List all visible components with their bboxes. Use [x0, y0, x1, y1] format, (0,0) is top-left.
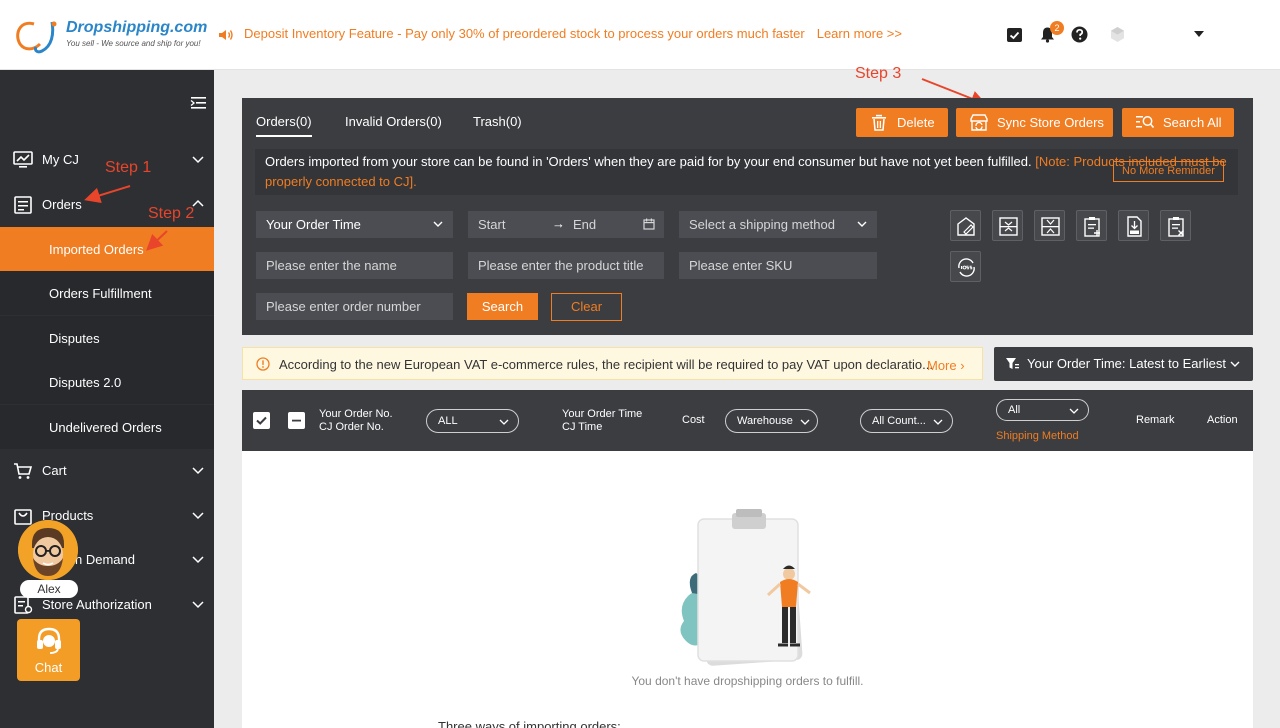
sync-label: Sync Store Orders	[997, 115, 1104, 130]
tab-invalid-orders[interactable]: Invalid Orders(0)	[345, 114, 442, 129]
order-time-value: Your Order Time	[266, 217, 361, 232]
order-number-placeholder: Please enter order number	[266, 299, 421, 314]
step1-arrow	[84, 185, 131, 204]
order-no-label: Your Order No.	[319, 408, 393, 420]
store-edit-icon	[957, 217, 975, 236]
date-range-picker[interactable]: Start → End	[468, 211, 664, 238]
filter-sort-icon	[1006, 358, 1019, 369]
import-methods-heading: Three ways of importing orders:	[438, 719, 621, 728]
empty-message: You don't have dropshipping orders to fu…	[631, 674, 864, 688]
orders-panel: Orders(0) Invalid Orders(0) Trash(0) Del…	[242, 98, 1253, 335]
column-action: Action	[1207, 414, 1238, 426]
clipboard-remove-icon	[1168, 217, 1184, 237]
calendar-icon	[643, 218, 655, 230]
select-all-checkbox[interactable]	[253, 412, 270, 429]
order-number-input[interactable]: Please enter order number	[256, 293, 453, 320]
date-start: Start	[478, 217, 506, 232]
list-search-icon	[1136, 116, 1154, 129]
name-input[interactable]: Please enter the name	[256, 252, 453, 279]
tool-clipboard-remove[interactable]	[1160, 210, 1191, 241]
orders-table-header: Your Order No. CJ Order No. ALL Your Ord…	[242, 390, 1253, 451]
sync-store-orders-button[interactable]: Sync Store Orders	[956, 108, 1113, 137]
product-title-input[interactable]: Please enter the product title	[468, 252, 664, 279]
excel-download-icon	[1127, 216, 1142, 237]
chevron-down-icon	[1069, 408, 1079, 414]
tool-excel-import[interactable]	[1118, 210, 1149, 241]
clipboard-add-icon	[1084, 217, 1100, 237]
chevron-down-icon	[857, 221, 867, 227]
tool-split[interactable]	[992, 210, 1023, 241]
delete-button[interactable]: Delete	[856, 108, 948, 137]
order-status-value: ALL	[438, 415, 458, 427]
shipping-method-select[interactable]: Select a shipping method	[679, 211, 877, 238]
arrow-right-icon: →	[552, 216, 565, 231]
shipping-method-label: Shipping Method	[996, 430, 1079, 442]
minus-icon	[292, 419, 301, 422]
search-button[interactable]: Search	[467, 293, 538, 320]
country-select[interactable]: All Count...	[860, 409, 953, 433]
split-icon	[999, 217, 1018, 236]
checkmark-icon	[256, 416, 267, 425]
chevron-down-icon	[933, 419, 943, 425]
ioss-icon	[958, 258, 975, 277]
cj-time-label: CJ Time	[562, 421, 603, 433]
delete-label: Delete	[897, 115, 935, 130]
chevron-down-icon	[433, 221, 443, 227]
step2-arrow	[146, 230, 168, 251]
import-notice: Orders imported from your store can be f…	[255, 149, 1238, 195]
chevron-down-icon	[1230, 361, 1240, 367]
tool-ioss[interactable]	[950, 251, 981, 282]
search-all-label: Search All	[1163, 115, 1222, 130]
sort-order-select[interactable]: Your Order Time: Latest to Earliest	[994, 347, 1253, 381]
clear-button[interactable]: Clear	[551, 293, 622, 321]
tab-trash[interactable]: Trash(0)	[473, 114, 522, 129]
deselect-all-checkbox[interactable]	[288, 412, 305, 429]
shipping-method-placeholder: Select a shipping method	[689, 217, 835, 232]
column-cost: Cost	[682, 414, 705, 426]
no-more-reminder-button[interactable]: No More Reminder	[1113, 161, 1224, 182]
order-time-label: Your Order Time	[562, 408, 643, 420]
vat-more-label: More	[927, 358, 957, 373]
chevron-down-icon	[499, 419, 509, 425]
order-time-select[interactable]: Your Order Time	[256, 211, 453, 238]
empty-state: You don't have dropshipping orders to fu…	[242, 451, 1253, 728]
tool-merge[interactable]	[1034, 210, 1065, 241]
name-placeholder: Please enter the name	[266, 258, 397, 273]
store-sync-icon	[970, 114, 988, 131]
chevron-down-icon	[800, 419, 810, 425]
notice-text: Orders imported from your store can be f…	[265, 154, 1032, 169]
warehouse-select[interactable]: Warehouse	[725, 409, 818, 433]
tool-add-order[interactable]	[1076, 210, 1107, 241]
empty-clipboard-illustration	[680, 509, 811, 666]
search-all-button[interactable]: Search All	[1122, 108, 1234, 137]
column-order-no: Your Order No. CJ Order No.	[319, 408, 393, 434]
tab-orders[interactable]: Orders(0)	[256, 114, 312, 137]
shipping-filter-value: All	[1008, 404, 1021, 416]
vat-more-link[interactable]: More ›	[927, 358, 965, 373]
warning-circle-icon	[256, 357, 270, 371]
shipping-method-filter-select[interactable]: All	[996, 399, 1089, 421]
order-status-select[interactable]: ALL	[426, 409, 519, 433]
country-value: All Count...	[872, 415, 926, 427]
cj-order-no-label: CJ Order No.	[319, 421, 384, 433]
column-order-time: Your Order Time CJ Time	[562, 408, 642, 434]
product-title-placeholder: Please enter the product title	[478, 258, 644, 273]
column-remark: Remark	[1136, 414, 1175, 426]
tool-store-edit[interactable]	[950, 210, 981, 241]
sku-placeholder: Please enter SKU	[689, 258, 793, 273]
sku-input[interactable]: Please enter SKU	[679, 252, 877, 279]
vat-notice-bar: According to the new European VAT e-comm…	[242, 347, 983, 380]
date-end: End	[573, 217, 597, 232]
warehouse-value: Warehouse	[737, 415, 793, 427]
chevron-right-icon: ›	[960, 358, 965, 373]
merge-icon	[1041, 217, 1060, 236]
sort-label: Your Order Time: Latest to Earliest	[1027, 356, 1226, 371]
vat-notice-text: According to the new European VAT e-comm…	[279, 357, 933, 372]
trash-icon	[872, 114, 886, 131]
